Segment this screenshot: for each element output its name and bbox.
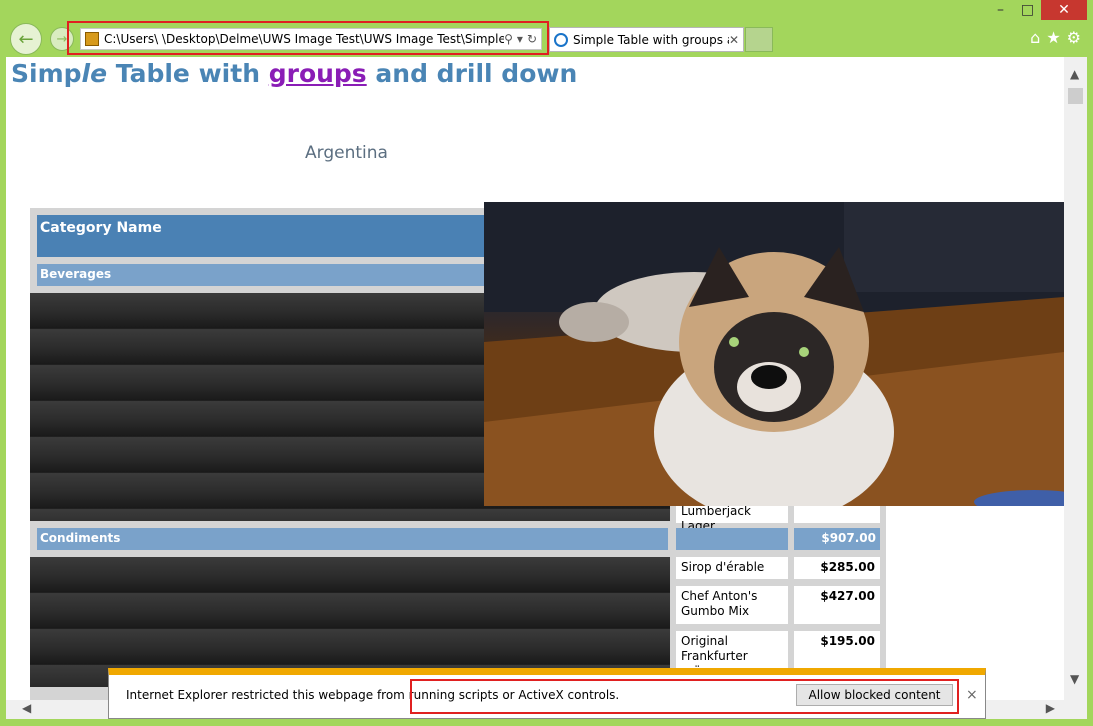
close-window-button[interactable]: ✕ [1041,0,1087,20]
amount-cell: $285.00 [794,557,880,579]
forward-arrow-icon: → [56,31,68,47]
country-heading: Argentina [305,143,388,163]
scroll-left-icon[interactable]: ◀ [22,701,31,715]
back-button[interactable]: ← [10,23,42,55]
home-icon[interactable]: ⌂ [1030,28,1040,47]
group-subtotal-empty [676,528,788,550]
back-arrow-icon: ← [18,28,34,50]
product-cell: Original Frankfurter grüne [676,631,788,678]
maximize-button[interactable]: □ [1014,0,1041,20]
groups-link[interactable]: groups [269,59,367,88]
group-total-condiments: $907.00 [794,528,880,550]
toolbar-icons: ⌂ ★ ⚙ [1030,28,1081,47]
group-row-beverages[interactable]: Beverages [37,264,507,286]
tab-label: Simple Table with groups a... [573,32,729,47]
scroll-down-icon[interactable]: ▼ [1070,672,1079,686]
page-viewport: Simple Table with groups and drill down … [6,57,1064,719]
page-title: Simple Table with groups and drill down [11,59,578,88]
settings-gear-icon[interactable]: ⚙ [1067,28,1081,47]
tab-simple-table[interactable]: Simple Table with groups a... ✕ [549,27,744,52]
dog-photo-image [484,202,1064,506]
scroll-right-icon[interactable]: ▶ [1046,701,1055,715]
product-cell: Sirop d'érable [676,557,788,579]
group-row-condiments[interactable]: Condiments [37,528,668,550]
scroll-thumb[interactable] [1068,88,1083,104]
amount-cell: $195.00 [794,631,880,671]
minimize-button[interactable]: – [987,0,1014,20]
window-controls: – □ ✕ [987,0,1087,22]
favorites-icon[interactable]: ★ [1046,28,1060,47]
product-cell: Chef Anton's Gumbo Mix [676,586,788,624]
new-tab-button[interactable] [745,27,773,52]
amount-cell: $427.00 [794,586,880,624]
browser-window: – □ ✕ ← → C:\Users\ \Desktop\Delme\UWS I… [0,0,1093,726]
vertical-scrollbar[interactable]: ▲ ▼ [1064,57,1087,700]
tab-close-icon[interactable]: ✕ [729,33,743,47]
scroll-up-icon[interactable]: ▲ [1070,67,1079,81]
ie-icon [554,32,568,47]
address-highlight [67,21,549,55]
notification-highlight [410,679,959,714]
notification-close-icon[interactable]: × [966,687,978,703]
category-name-header: Category Name [37,215,507,257]
